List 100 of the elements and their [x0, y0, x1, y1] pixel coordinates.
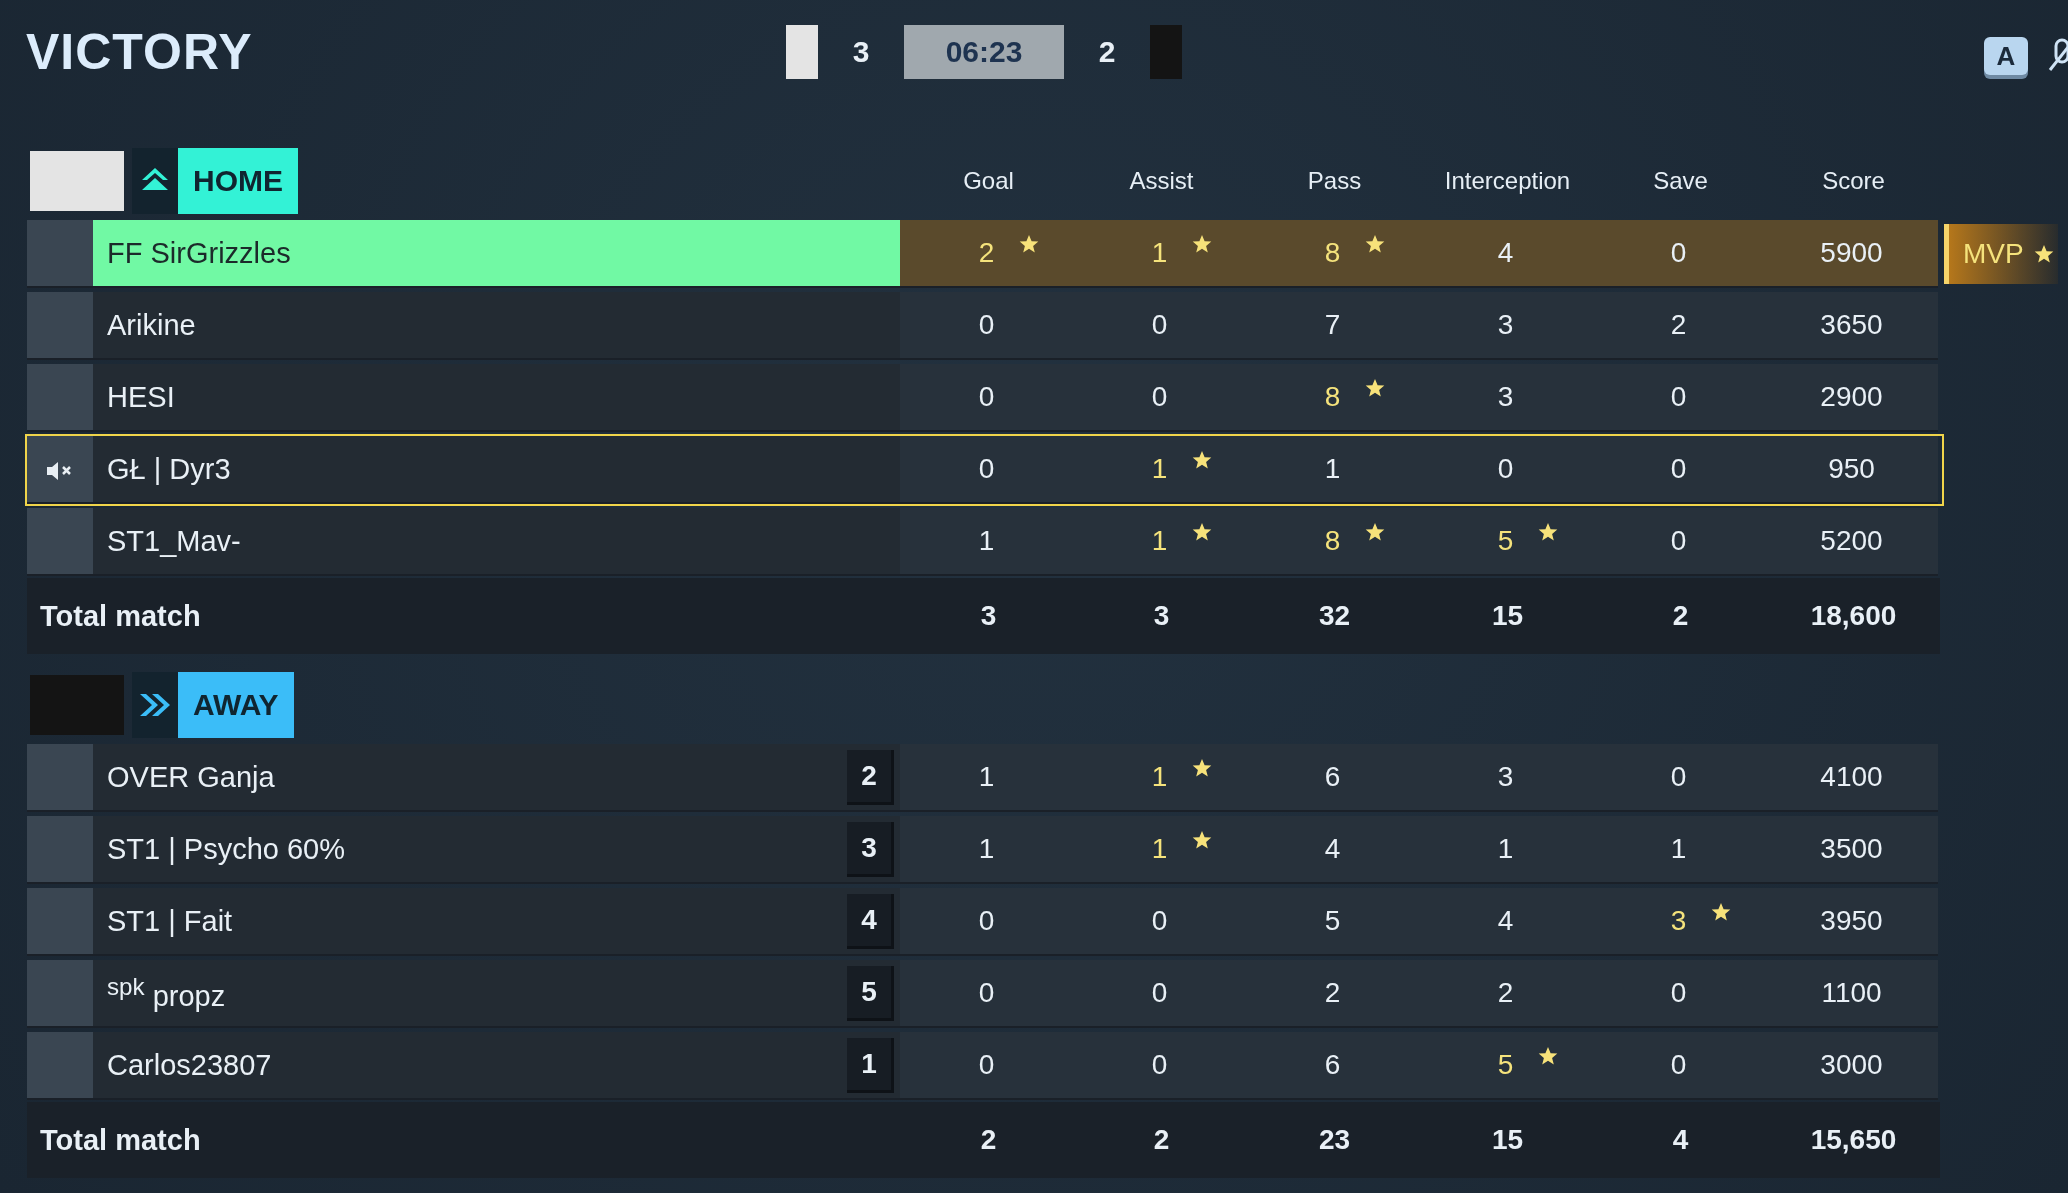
star-icon	[1192, 830, 1212, 850]
stat-value: 1	[1151, 761, 1168, 793]
total-value: 15	[1491, 600, 1524, 632]
player-row[interactable]: $^{spk}$ propz 5 0 0 2 2 0 1100	[25, 958, 1944, 1030]
total-value: 2	[1672, 600, 1689, 632]
stat-value: 0	[978, 453, 995, 485]
player-name: Arikine	[107, 308, 197, 342]
total-value: 23	[1318, 1124, 1351, 1156]
stat-value: 3	[1497, 381, 1514, 413]
stat-value: 3	[1670, 905, 1687, 937]
column-header: Score	[1821, 167, 1886, 195]
stat-value: 3000	[1820, 1049, 1883, 1081]
team-crest-icon	[30, 151, 124, 211]
stat-value: 2	[1670, 309, 1687, 341]
stat-value: 0	[1670, 1049, 1687, 1081]
player-name: FF SirGrizzles	[107, 236, 292, 270]
stat-value: 5200	[1820, 525, 1883, 557]
player-row[interactable]: Arikine 0 0 7 3 2 3650	[25, 290, 1944, 362]
player-number: 2	[847, 749, 894, 805]
avatar-placeholder	[27, 292, 93, 358]
player-name: ST1_Mav-	[107, 524, 242, 558]
avatar-placeholder	[27, 220, 93, 286]
total-value: 18,600	[1810, 600, 1897, 632]
star-icon	[1365, 522, 1385, 542]
stat-value: 0	[1670, 525, 1687, 557]
star-icon	[1192, 450, 1212, 470]
player-name: ST1 | Psycho 60%	[107, 832, 347, 866]
player-name: Carlos23807	[107, 1048, 273, 1082]
stat-value: 2	[1324, 977, 1341, 1009]
stat-value: 6	[1324, 1049, 1341, 1081]
player-number: 3	[847, 821, 894, 877]
stat-value: 950	[1828, 453, 1875, 485]
stat-value: 1	[1151, 237, 1168, 269]
player-row[interactable]: ST1 | Fait 4 0 0 5 4 3 3950	[25, 886, 1944, 958]
stat-value: 0	[1670, 381, 1687, 413]
star-icon	[2033, 244, 2054, 264]
stat-value: 1	[1497, 833, 1514, 865]
player-number: 4	[847, 893, 894, 949]
total-value: 15,650	[1810, 1124, 1897, 1156]
team-crest-icon	[30, 675, 124, 735]
total-value: 2	[1153, 1124, 1170, 1156]
stat-value: 5900	[1820, 237, 1883, 269]
stat-value: 0	[978, 381, 995, 413]
star-icon	[1365, 378, 1385, 398]
team-crest-icon	[1150, 25, 1182, 79]
total-value: 3	[1153, 600, 1170, 632]
stat-value: 0	[1151, 381, 1168, 413]
player-number: 5	[847, 965, 894, 1021]
star-icon	[1192, 234, 1212, 254]
home-score: 3	[851, 35, 871, 69]
stat-value: 0	[1151, 905, 1168, 937]
stat-value: 0	[978, 905, 995, 937]
total-label: Total match	[40, 1123, 201, 1157]
stat-value: 2	[978, 237, 995, 269]
star-icon	[1019, 234, 1039, 254]
player-row[interactable]: HESI 0 0 8 3 0 2900	[25, 362, 1944, 434]
avatar-placeholder	[27, 744, 93, 810]
stat-value: 4	[1497, 237, 1514, 269]
stat-value: 1	[1324, 453, 1341, 485]
avatar-placeholder	[27, 364, 93, 430]
player-row[interactable]: ST1_Mav- 1 1 8 5 0 5200	[25, 506, 1944, 578]
player-row[interactable]: Carlos23807 1 0 0 6 5 0 3000	[25, 1030, 1944, 1102]
stat-value: 1100	[1821, 977, 1882, 1009]
stat-value: 1	[978, 833, 995, 865]
stat-value: 8	[1324, 525, 1341, 557]
stat-value: 2	[1497, 977, 1514, 1009]
total-value: 32	[1318, 600, 1351, 632]
avatar-placeholder	[27, 1032, 93, 1098]
stat-value: 1	[1151, 525, 1168, 557]
stat-value: 0	[1670, 453, 1687, 485]
column-header: Goal	[962, 167, 1015, 195]
stat-value: 7	[1324, 309, 1341, 341]
stat-value: 5	[1497, 525, 1514, 557]
column-header: Interception	[1443, 167, 1572, 195]
stat-value: 4100	[1820, 761, 1883, 793]
stat-value: 8	[1324, 381, 1341, 413]
team-crest-icon	[786, 25, 818, 79]
result-title: VICTORY	[26, 23, 253, 81]
player-row[interactable]: OVER Ganja 2 1 1 6 3 0 4100	[25, 742, 1944, 814]
player-row[interactable]: FF SirGrizzles 2 1 8 4 0 5900	[25, 218, 1944, 290]
stat-value: 1	[978, 761, 995, 793]
star-icon	[1192, 758, 1212, 778]
player-row[interactable]: ST1 | Psycho 60% 3 1 1 4 1 1 3500	[25, 814, 1944, 886]
stat-value: 3950	[1820, 905, 1883, 937]
star-icon	[1365, 234, 1385, 254]
stat-value: 0	[978, 977, 995, 1009]
stat-value: 6	[1324, 761, 1341, 793]
stat-value: 1	[1151, 833, 1168, 865]
stat-value: 0	[978, 309, 995, 341]
total-value: 15	[1491, 1124, 1524, 1156]
stat-value: 5	[1497, 1049, 1514, 1081]
avatar-placeholder	[27, 436, 93, 502]
star-icon	[1538, 522, 1558, 542]
player-name: GŁ | Dyr3	[107, 452, 232, 486]
total-value: 4	[1672, 1124, 1689, 1156]
column-header: Save	[1652, 167, 1709, 195]
avatar-placeholder	[27, 508, 93, 574]
stat-value: 4	[1324, 833, 1341, 865]
player-row[interactable]: GŁ | Dyr3 0 1 1 0 0 950	[25, 434, 1944, 506]
stat-value: 0	[1151, 309, 1168, 341]
